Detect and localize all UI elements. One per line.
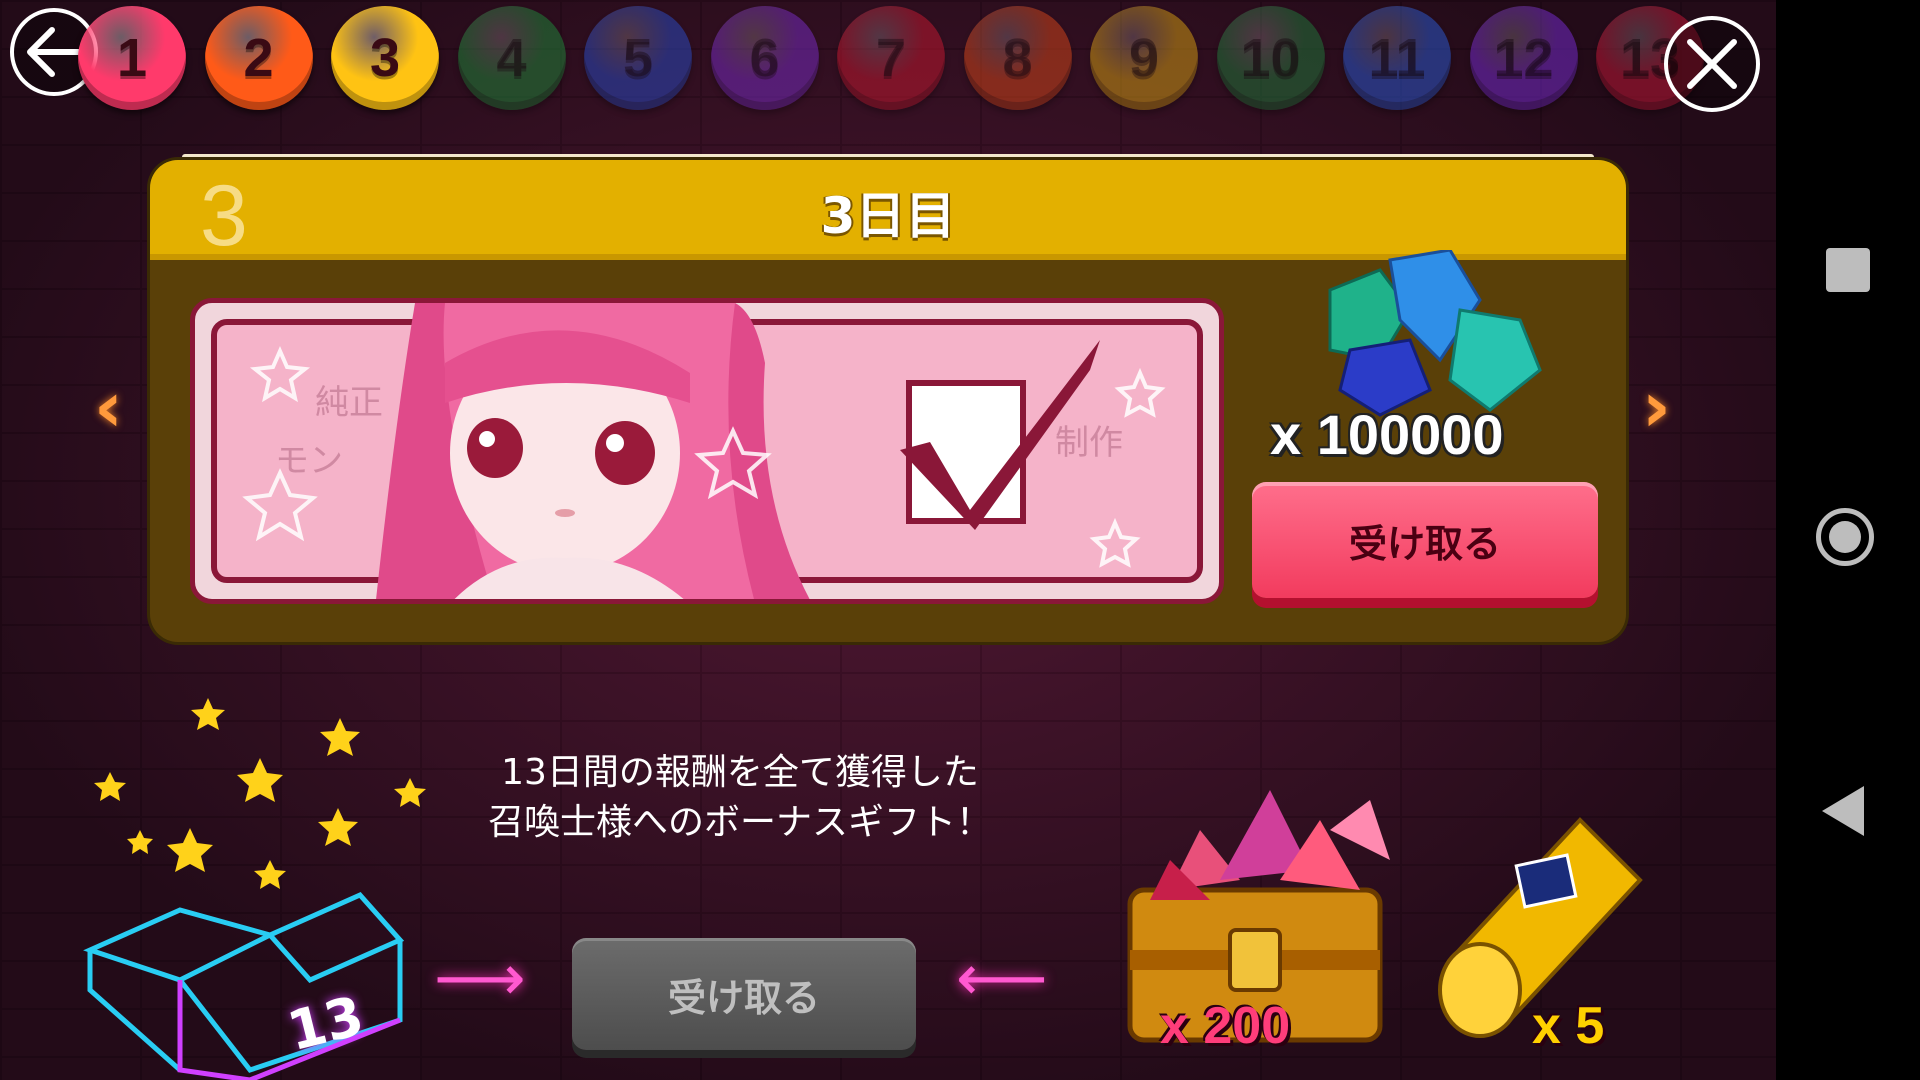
- day-7-button[interactable]: 7: [837, 6, 945, 110]
- neon-arrow-right-icon: ⟶: [434, 942, 526, 1016]
- day-label: 3: [369, 28, 401, 88]
- day-label: 10: [1240, 28, 1301, 88]
- bonus-message: 13日間の報酬を全て獲得した 召喚士様へのボーナスギフト！: [440, 748, 1040, 848]
- gem-pile-icon: [1328, 250, 1542, 417]
- day-4-button[interactable]: 4: [457, 6, 566, 110]
- day-label: 6: [749, 28, 780, 88]
- claim-bonus-button[interactable]: 受け取る: [572, 938, 916, 1050]
- back-triangle-icon[interactable]: [1822, 786, 1864, 836]
- recents-icon[interactable]: [1826, 248, 1870, 292]
- bonus-message-line-1: 13日間の報酬を全て獲得した: [501, 752, 979, 793]
- home-icon[interactable]: [1816, 508, 1874, 566]
- day-3-button[interactable]: 3: [331, 6, 439, 110]
- day-label: 8: [1002, 28, 1033, 88]
- day-label: 11: [1368, 28, 1426, 88]
- bonus-message-line-2: 召喚士様へのボーナスギフト！: [487, 802, 992, 843]
- day-2-button[interactable]: 2: [204, 6, 313, 110]
- gem-reward-count: x 100000: [1270, 403, 1504, 466]
- scroll-reward-count: x 5: [1532, 997, 1605, 1055]
- prev-arrow-button[interactable]: ‹: [94, 366, 123, 448]
- day-9-button[interactable]: 9: [1090, 6, 1198, 110]
- day-6-button[interactable]: 6: [710, 6, 819, 110]
- close-icon: [1687, 39, 1737, 89]
- day-label: 1: [116, 28, 148, 88]
- card-faded-text-1: 純正: [315, 383, 383, 423]
- day-11-button[interactable]: 11: [1343, 6, 1451, 110]
- neon-gift-box-icon: [83, 698, 426, 1080]
- day-label: 9: [1128, 28, 1160, 88]
- card-faded-text-2: モン: [275, 441, 343, 481]
- day-1-button[interactable]: 1: [78, 6, 186, 110]
- neon-arrow-left-icon: ⟵: [956, 942, 1048, 1016]
- day-10-button[interactable]: 10: [1216, 6, 1325, 110]
- day-label: 5: [622, 28, 654, 88]
- chest-reward-count: x 200: [1160, 997, 1291, 1055]
- close-button[interactable]: [1664, 16, 1760, 112]
- panel-title: 3日目: [820, 187, 956, 245]
- day-8-button[interactable]: 8: [963, 6, 1072, 110]
- day-label: 12: [1493, 28, 1554, 88]
- day-12-button[interactable]: 12: [1469, 6, 1578, 110]
- day-label: 7: [875, 28, 907, 88]
- day-5-button[interactable]: 5: [584, 6, 692, 110]
- check-mark-icon: [900, 340, 1100, 530]
- claim-day-reward-button[interactable]: 受け取る: [1252, 482, 1598, 598]
- day-label: 2: [243, 28, 274, 88]
- next-arrow-button[interactable]: ›: [1642, 366, 1671, 448]
- day-label: 4: [496, 28, 527, 88]
